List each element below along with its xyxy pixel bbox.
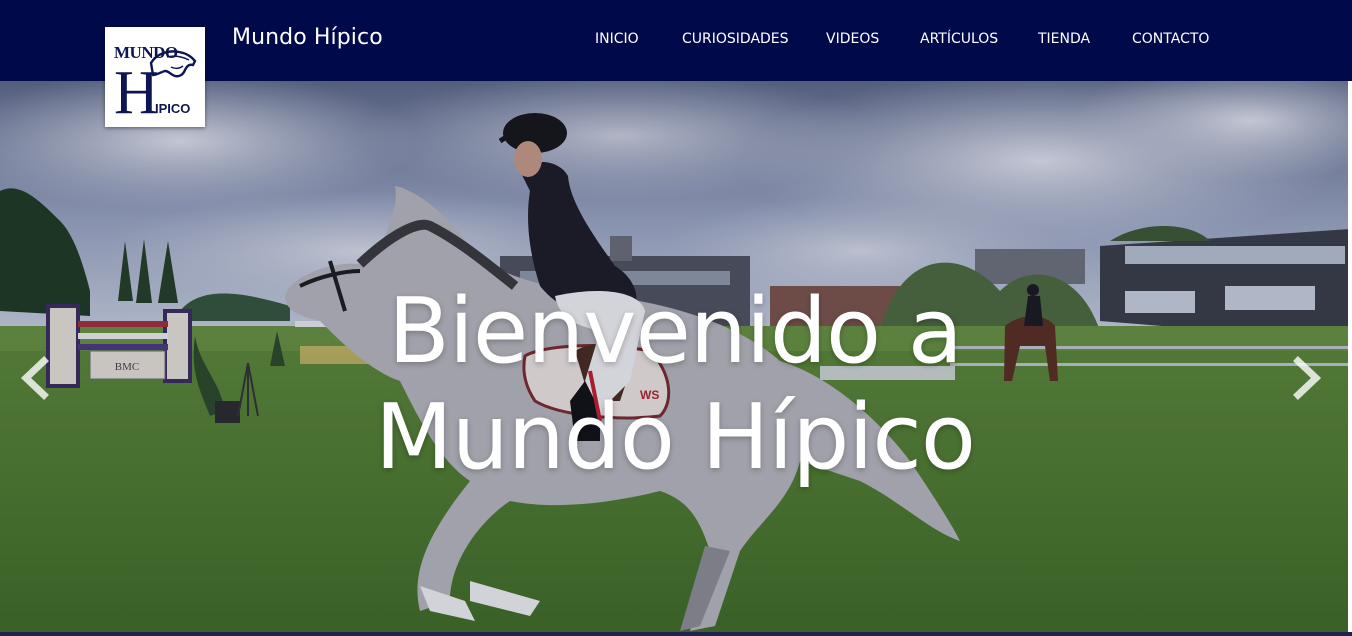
nav-contacto[interactable]: CONTACTO bbox=[1132, 31, 1209, 47]
hero-title: Bienvenido a Mundo Hípico bbox=[300, 279, 1050, 491]
page-edge bbox=[1348, 81, 1352, 636]
brand-link[interactable]: Mundo Hípico bbox=[232, 25, 383, 50]
nav-tienda[interactable]: TIENDA bbox=[1038, 31, 1090, 47]
carousel-next-button[interactable] bbox=[1284, 343, 1328, 413]
logo-graphic: MUNDO H IPICO bbox=[114, 43, 197, 127]
hero-title-line2: Mundo Hípico bbox=[375, 385, 976, 490]
site-logo[interactable]: MUNDO H IPICO bbox=[105, 27, 205, 127]
nav-videos[interactable]: VIDEOS bbox=[826, 31, 879, 47]
page-bottom-edge bbox=[0, 632, 1352, 636]
nav-articulos[interactable]: ARTÍCULOS bbox=[920, 31, 998, 47]
hero-title-line1: Bienvenido a bbox=[388, 279, 963, 384]
logo-word-ipico: IPICO bbox=[155, 101, 190, 116]
nav-curiosidades[interactable]: CURIOSIDADES bbox=[682, 31, 789, 47]
carousel-prev-button[interactable] bbox=[14, 343, 58, 413]
chevron-right-icon bbox=[1293, 356, 1322, 400]
chevron-left-icon bbox=[20, 356, 49, 400]
nav-inicio[interactable]: INICIO bbox=[595, 31, 639, 47]
hero-carousel: BMC WS Bienvenido a Mundo Hípico bbox=[0, 81, 1352, 636]
